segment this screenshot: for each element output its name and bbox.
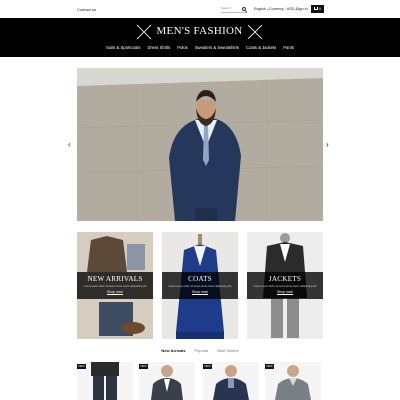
nav-item-pants[interactable]: Pants xyxy=(283,45,294,50)
new-badge: NEW xyxy=(77,364,86,369)
banner-title: JACKETS xyxy=(268,275,302,283)
tab-best-sellers[interactable]: Best Sellers xyxy=(217,348,238,353)
banner-caption: NEW ARRIVALS Lorem ipsum dolor sit amet … xyxy=(77,272,153,299)
cart-icon xyxy=(314,7,318,10)
banner-caption: JACKETS Lorem ipsum dolor sit amet conse… xyxy=(247,272,323,299)
product-card[interactable]: NEW xyxy=(77,362,133,400)
nav-item-suits[interactable]: Suits & Sportcoats xyxy=(106,45,140,50)
sign-in-link[interactable]: Sign in xyxy=(296,7,308,11)
new-badge: NEW xyxy=(203,364,212,369)
main-nav: Suits & Sportcoats Dress Shirts Polos Sw… xyxy=(0,45,400,50)
search-icon[interactable] xyxy=(242,7,246,11)
currency-selector[interactable]: Currency : USD xyxy=(269,7,298,11)
banner-description: Lorem ipsum dolor sit amet conse ctetur … xyxy=(83,285,147,288)
nav-item-sweaters[interactable]: Sweaters & Sweatshirts xyxy=(195,45,239,50)
top-utility-bar: Contact us Search English Currency : USD… xyxy=(0,0,400,18)
nav-item-coats-jackets[interactable]: Coats & Jackets xyxy=(246,45,276,50)
site-logo[interactable]: MEN'S FASHION xyxy=(151,25,248,37)
search-input[interactable]: Search xyxy=(221,6,247,13)
banner-description: Lorem ipsum dolor sit amet conse ctetur … xyxy=(253,285,317,288)
product-tabs: New Arrivals Popular Best Sellers xyxy=(0,348,400,353)
product-card[interactable]: NEW xyxy=(203,362,259,400)
logo-cross-icon xyxy=(248,25,262,39)
tab-new-arrivals[interactable]: New Arrivals xyxy=(161,348,185,353)
tab-popular[interactable]: Popular xyxy=(194,348,208,353)
cart-count: 0 xyxy=(319,6,321,11)
contact-us-link[interactable]: Contact us xyxy=(77,7,96,12)
banner-coats[interactable]: COATS Lorem ipsum dolor sit amet conse c… xyxy=(162,232,238,339)
banner-description: Lorem ipsum dolor sit amet conse ctetur … xyxy=(168,285,232,288)
cart-button[interactable]: 0 xyxy=(311,5,324,13)
banner-title: COATS xyxy=(188,275,212,283)
shop-now-link[interactable]: Shop now! xyxy=(247,290,323,294)
banner-title: NEW ARRIVALS xyxy=(87,275,143,283)
product-card[interactable]: NEW xyxy=(139,362,195,400)
new-badge: NEW xyxy=(139,364,148,369)
language-selector[interactable]: English xyxy=(254,7,269,11)
slider-next-arrow[interactable]: › xyxy=(326,141,332,149)
banner-jackets[interactable]: JACKETS Lorem ipsum dolor sit amet conse… xyxy=(247,232,323,339)
new-badge: NEW xyxy=(265,364,274,369)
banner-caption: COATS Lorem ipsum dolor sit amet conse c… xyxy=(162,272,238,299)
product-card[interactable]: NEW xyxy=(265,362,321,400)
site-header: MEN'S FASHION Suits & Sportcoats Dress S… xyxy=(0,18,400,57)
shop-now-link[interactable]: Shop now! xyxy=(162,290,238,294)
nav-item-polos[interactable]: Polos xyxy=(177,45,187,50)
banner-new-arrivals[interactable]: NEW ARRIVALS Lorem ipsum dolor sit amet … xyxy=(77,232,153,339)
search-placeholder: Search xyxy=(221,6,231,10)
logo-cross-icon xyxy=(137,25,151,39)
slider-prev-arrow[interactable]: ‹ xyxy=(68,141,74,149)
shop-now-link[interactable]: Shop now! xyxy=(77,290,153,294)
hero-photo xyxy=(77,68,323,221)
hero-slide-image[interactable] xyxy=(77,68,323,221)
currency-label: Currency : USD xyxy=(269,7,295,11)
nav-item-dress-shirts[interactable]: Dress Shirts xyxy=(147,45,170,50)
language-label: English xyxy=(254,7,266,11)
